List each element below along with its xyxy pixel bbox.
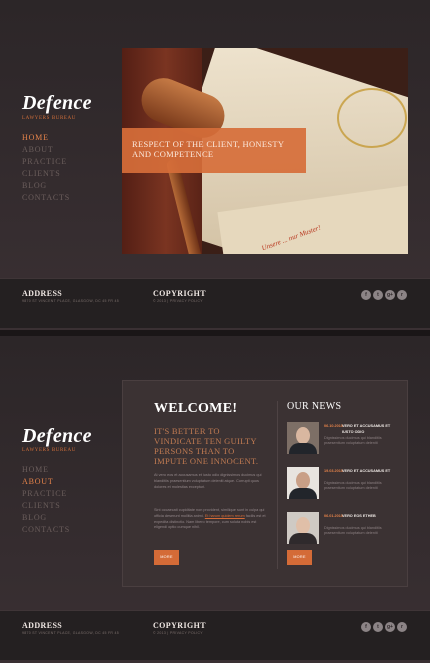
news-body: Dignissimos ducimus qui blanditiis praes… — [324, 481, 382, 491]
news-item[interactable]: 06.01.2015 VERO EOS ETHEB Dignissimos du… — [287, 512, 397, 546]
nav-item-contacts[interactable]: CONTACTS — [22, 192, 70, 204]
person-suit — [289, 443, 317, 454]
google-plus-icon[interactable]: g+ — [385, 622, 395, 632]
footer-copyright-text[interactable]: © 2013 | PRIVACY POLICY — [153, 631, 203, 635]
footer: ADDRESS 9870 ST VINCENT PLACE, GLASGOW, … — [0, 610, 430, 660]
footer-address-text: 9870 ST VINCENT PLACE, GLASGOW, DC 45 FR… — [22, 631, 119, 635]
twitter-icon[interactable]: t — [373, 290, 383, 300]
footer-copyright-title: COPYRIGHT — [153, 289, 206, 298]
news-title: OUR NEWS — [287, 401, 342, 412]
footer-address-text: 9870 ST VINCENT PLACE, GLASGOW, DC 45 FR… — [22, 299, 119, 303]
news-headline[interactable]: VERO ET ACCUSAMUS ET IUSTO ODIO — [342, 424, 402, 435]
more-button[interactable]: MORE — [154, 550, 179, 565]
scales-image — [337, 88, 407, 148]
news-item[interactable]: 06.10.2015 VERO ET ACCUSAMUS ET IUSTO OD… — [287, 422, 397, 456]
news-date: 06.01.2015 — [324, 514, 344, 518]
facebook-icon[interactable]: f — [361, 622, 371, 632]
person-suit — [289, 488, 317, 499]
nav-item-about[interactable]: ABOUT — [22, 144, 70, 156]
footer-address-title: ADDRESS — [22, 621, 63, 630]
nav-item-home[interactable]: HOME — [22, 132, 70, 144]
nav-item-home[interactable]: HOME — [22, 464, 70, 476]
nav-item-practice[interactable]: PRACTICE — [22, 156, 70, 168]
column-divider — [277, 401, 278, 569]
nav-item-practice[interactable]: PRACTICE — [22, 488, 70, 500]
main-nav: HOME ABOUT PRACTICE CLIENTS BLOG CONTACT… — [22, 132, 70, 204]
news-photo — [287, 512, 319, 544]
nav-item-blog[interactable]: BLOG — [22, 512, 70, 524]
news-headline[interactable]: VERO EOS ETHEB — [342, 514, 402, 520]
nav-item-contacts[interactable]: CONTACTS — [22, 524, 70, 536]
person-head — [296, 517, 310, 534]
welcome-quote: IT'S BETTER TO VINDICATE TEN GUILTY PERS… — [154, 426, 259, 466]
nav-item-blog[interactable]: BLOG — [22, 180, 70, 192]
paragraph-link[interactable]: Et harum quidem rerum — [205, 514, 245, 518]
nav-item-about[interactable]: ABOUT — [22, 476, 70, 488]
welcome-paragraph-1: At vero eos et accusamus et iusto odio d… — [154, 473, 262, 489]
rss-icon[interactable]: r — [397, 290, 407, 300]
nav-item-clients[interactable]: CLIENTS — [22, 500, 70, 512]
hero-slide[interactable]: Unsere ... nur Muster! RESPECT OF THE CL… — [122, 48, 408, 254]
news-headline[interactable]: VERO ET ACCUSAMUS ET — [342, 469, 402, 475]
twitter-icon[interactable]: t — [373, 622, 383, 632]
logo[interactable]: Defence — [22, 92, 92, 115]
footer-address-title: ADDRESS — [22, 289, 63, 298]
main-nav: HOME ABOUT PRACTICE CLIENTS BLOG CONTACT… — [22, 464, 70, 536]
news-body: Dignissimos ducimus qui blanditiis praes… — [324, 436, 382, 446]
news-body: Dignissimos ducimus qui blanditiis praes… — [324, 526, 382, 536]
welcome-paragraph-2: Sint occaecati cupiditate non provident,… — [154, 508, 266, 531]
logo-tagline: LAWYERS BUREAU — [22, 448, 76, 453]
hero-caption: RESPECT OF THE CLIENT, HONESTY AND COMPE… — [122, 128, 306, 173]
google-plus-icon[interactable]: g+ — [385, 290, 395, 300]
news-more-button[interactable]: MORE — [287, 550, 312, 565]
logo-tagline: LAWYERS BUREAU — [22, 116, 76, 121]
person-head — [296, 472, 310, 489]
footer: ADDRESS 9870 ST VINCENT PLACE, GLASGOW, … — [0, 278, 430, 328]
news-photo — [287, 422, 319, 454]
rss-icon[interactable]: r — [397, 622, 407, 632]
social-links: f t g+ r — [361, 290, 407, 300]
about-content-panel: WELCOME! IT'S BETTER TO VINDICATE TEN GU… — [122, 380, 408, 587]
social-links: f t g+ r — [361, 622, 407, 632]
person-head — [296, 427, 310, 444]
footer-copyright-text[interactable]: © 2013 | PRIVACY POLICY — [153, 299, 203, 303]
news-date: 06.10.2015 — [324, 424, 344, 428]
facebook-icon[interactable]: f — [361, 290, 371, 300]
footer-copyright-title: COPYRIGHT — [153, 621, 206, 630]
news-date: 19.03.2015 — [324, 469, 344, 473]
logo[interactable]: Defence — [22, 425, 92, 448]
news-item[interactable]: 19.03.2015 VERO ET ACCUSAMUS ET Dignissi… — [287, 467, 397, 501]
nav-item-clients[interactable]: CLIENTS — [22, 168, 70, 180]
welcome-title: WELCOME! — [154, 401, 238, 416]
news-photo — [287, 467, 319, 499]
person-suit — [289, 533, 317, 544]
